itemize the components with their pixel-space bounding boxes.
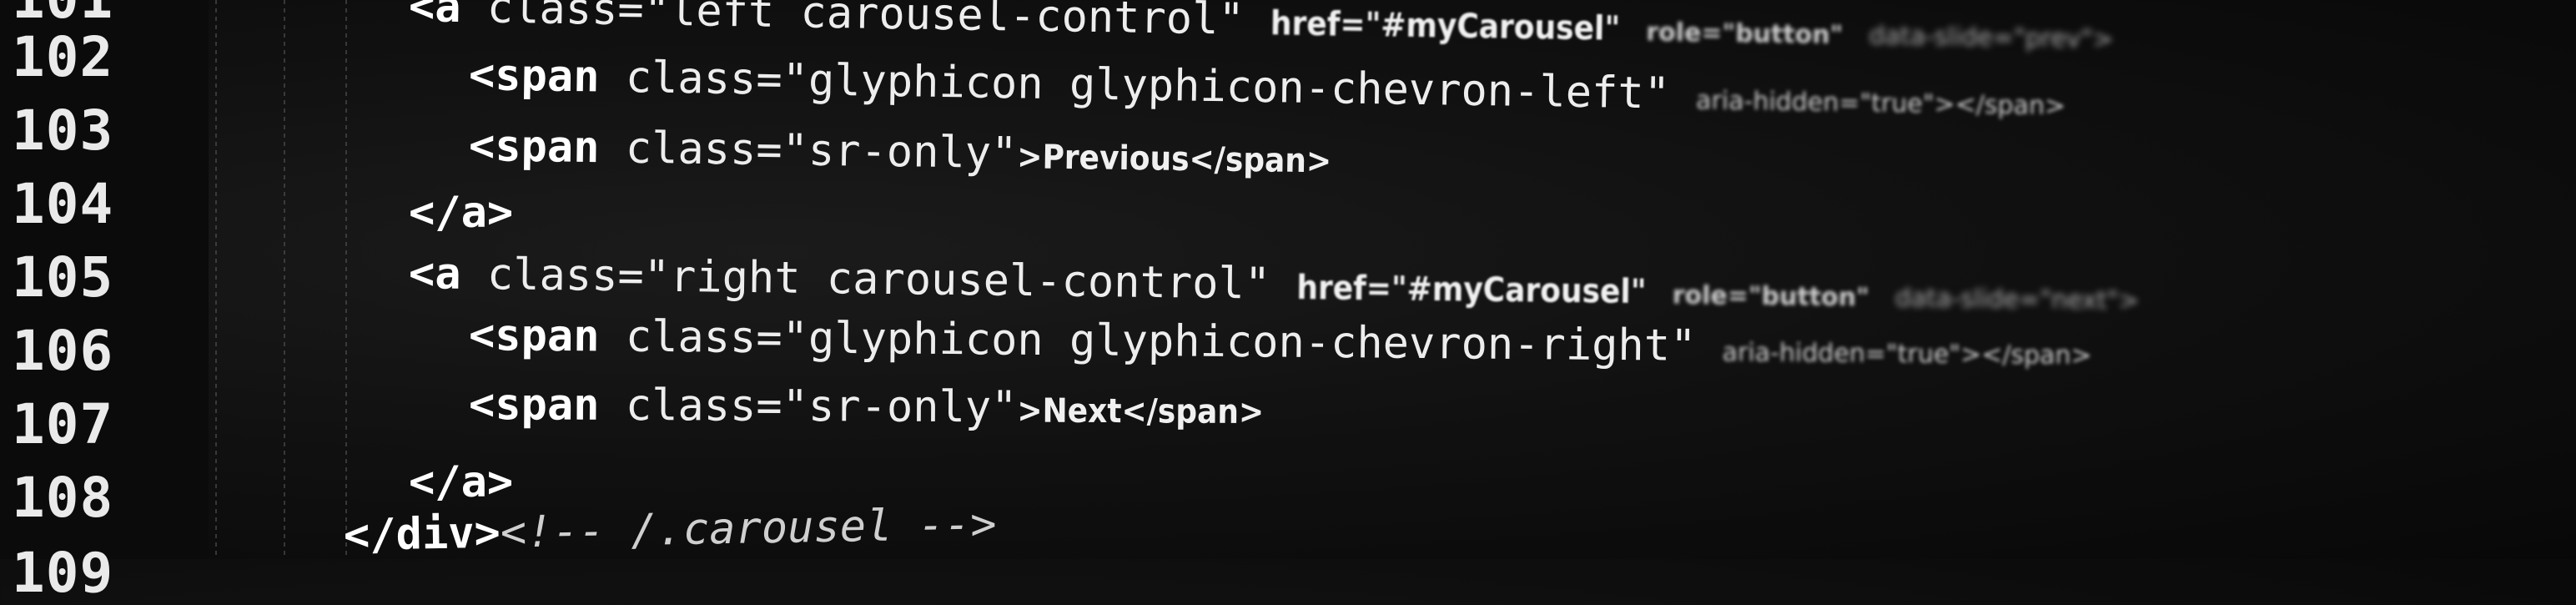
code-line: <span class="glyphicon glyphicon-chevron…	[468, 50, 2066, 122]
code-line: <a class="left carousel-control" href="#…	[408, 0, 2114, 55]
line-number: 106	[12, 319, 114, 383]
line-number-gutter: 101 102 103 104 105 106 107 108 109	[0, 0, 209, 605]
code-line: <span class="sr-only">Next</span>	[468, 380, 1265, 433]
line-number: 103	[12, 98, 114, 163]
indent-guide	[215, 0, 217, 559]
code-line: </div><!-- /.carousel -->	[343, 499, 998, 561]
line-number: 105	[12, 245, 114, 310]
line-number: 104	[12, 172, 114, 236]
line-number: 108	[12, 466, 114, 530]
code-line: <a class="right carousel-control" href="…	[408, 249, 2140, 316]
line-number: 109	[12, 541, 114, 605]
code-line: </a>	[409, 188, 514, 238]
line-number: 102	[12, 25, 114, 89]
line-number: 107	[12, 392, 114, 456]
indent-guide	[345, 0, 347, 559]
indent-guide	[284, 0, 285, 559]
code-line: <span class="glyphicon glyphicon-chevron…	[468, 310, 2092, 371]
code-line: </a>	[409, 457, 514, 507]
code-line: <span class="sr-only">Previous</span>	[468, 121, 1332, 181]
